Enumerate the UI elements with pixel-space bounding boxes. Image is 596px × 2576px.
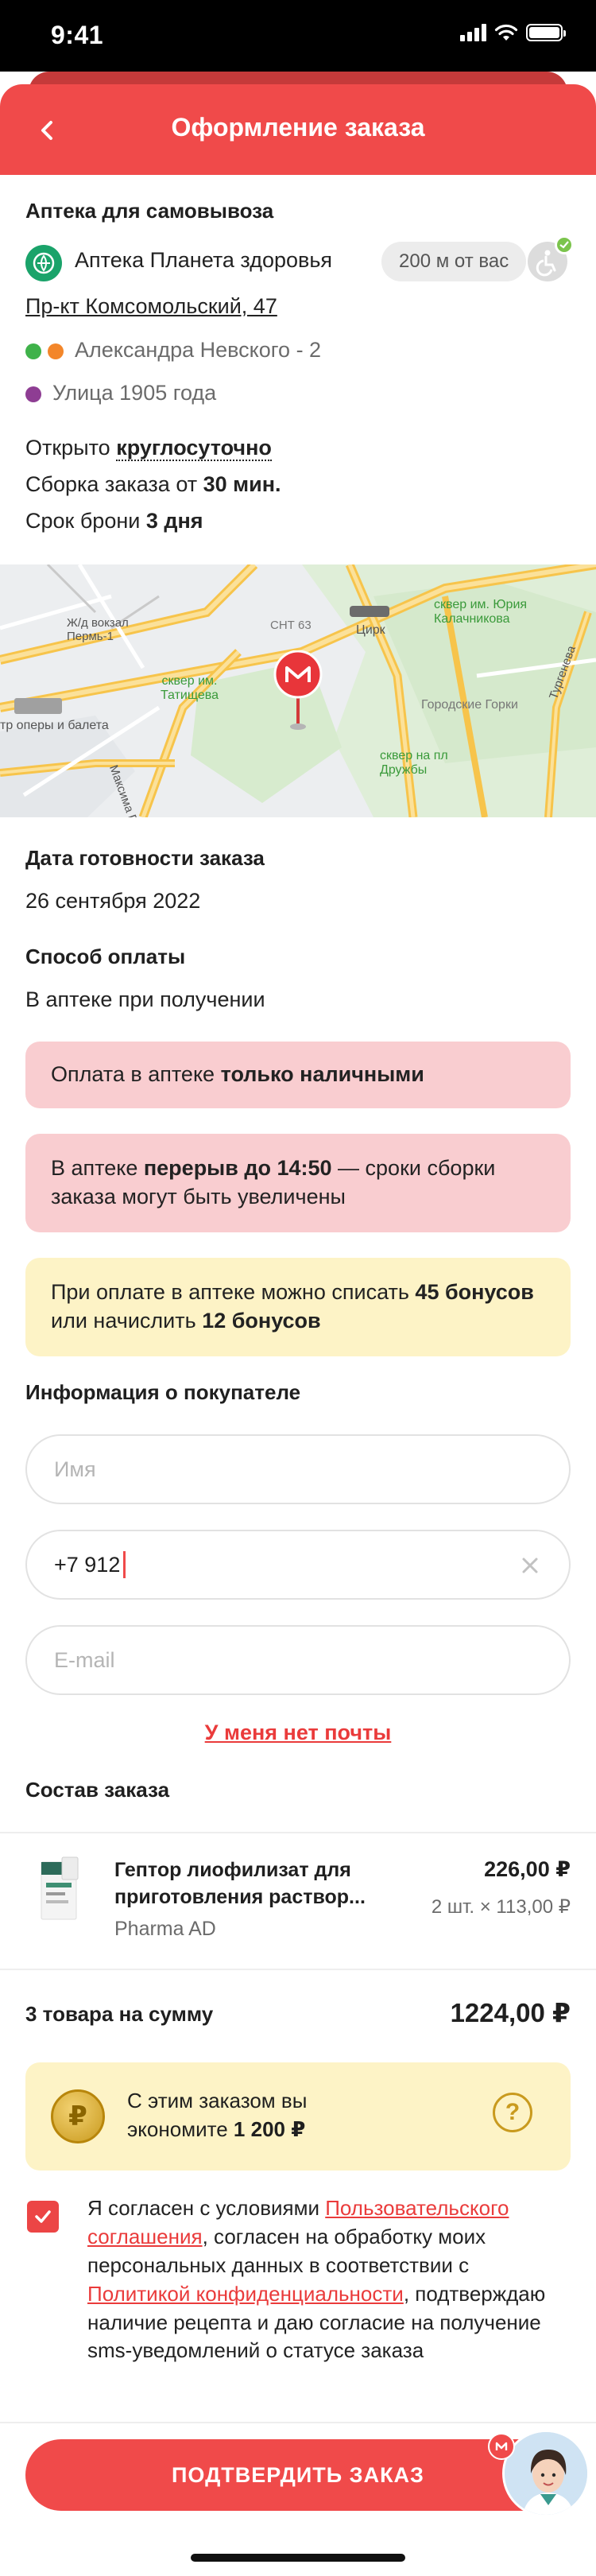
pharmacy-address[interactable]: Пр-кт Комсомольский, 47: [25, 294, 277, 319]
map-label-snt: СНТ 63: [270, 619, 312, 632]
ready-title: Дата готовности заказа: [25, 846, 265, 870]
email-field[interactable]: E-mail: [25, 1625, 571, 1695]
map-label-opera: тр оперы и балета: [0, 719, 109, 732]
assistant-avatar[interactable]: [502, 2430, 590, 2517]
cash-alert-text: Оплата в аптеке: [51, 1062, 221, 1087]
payment-method: В аптеке при получении: [25, 987, 265, 1011]
break-alert: В аптеке перерыв до 14:50 — сроки сборки…: [25, 1134, 571, 1232]
assembly-time-value: 30 мин.: [203, 472, 281, 496]
product-qty: 2 шт. × 113,00 ₽: [431, 1896, 571, 1918]
product-name[interactable]: Гептор лиофилизат для приготовления раст…: [114, 1857, 385, 1911]
signal-icon: [460, 24, 486, 41]
status-time: 9:41: [51, 21, 104, 49]
map-label-sq-tatishcheva: сквер им. Татищева: [161, 674, 219, 702]
help-symbol: ?: [505, 2099, 521, 2125]
break-alert-bold: перерыв до 14:50: [143, 1156, 332, 1181]
phone-field[interactable]: +7 912: [25, 1530, 571, 1600]
distance-badge: 200 м от вас: [381, 242, 527, 281]
pharmacy-name: Аптека Планета здоровья: [75, 248, 333, 272]
bonus-alert: При оплате в аптеке можно списать 45 бон…: [25, 1258, 571, 1356]
product-maker: Pharma AD: [114, 1918, 216, 1940]
no-email-link[interactable]: У меня нет почты: [205, 1721, 392, 1744]
assembly-time: Сборка заказа от 30 мин.: [25, 472, 281, 497]
email-placeholder: E-mail: [54, 1647, 115, 1672]
cash-alert-bold: только наличными: [220, 1062, 424, 1087]
brand-logo-icon: [488, 2433, 515, 2460]
open-hours: Открыто круглосуточно: [25, 436, 272, 461]
ruble-coin-icon: ₽: [51, 2089, 105, 2143]
battery-icon: [526, 24, 566, 41]
divider: [0, 1969, 596, 1970]
break-alert-text: В аптеке: [51, 1156, 144, 1181]
confirm-order-label: ПОДТВЕРДИТЬ ЗАКАЗ: [172, 2462, 424, 2487]
map-label-station: Ж/д вокзал Пермь-1: [67, 616, 129, 643]
no-email-link-row: У меня нет почты: [0, 1721, 596, 1745]
map-label-gorki: Городские Горки: [421, 698, 518, 712]
open-hours-label: Открыто: [25, 436, 117, 460]
metro-line-green-icon: [25, 343, 41, 359]
total-label: 3 товара на сумму: [25, 2002, 214, 2026]
text-caret: [123, 1551, 126, 1578]
reserve-period: Срок брони 3 дня: [25, 509, 203, 533]
wifi-icon: [494, 24, 518, 41]
map-label-sq-kalachnikova: сквер им. Юрия Калачникова: [434, 598, 528, 626]
status-icons: [460, 24, 566, 41]
clear-icon[interactable]: [518, 1554, 542, 1577]
name-placeholder: Имя: [54, 1457, 96, 1481]
distance-text: 200 м от вас: [399, 250, 509, 272]
product-price: 226,00 ₽: [484, 1857, 571, 1881]
divider: [0, 1832, 596, 1833]
map-pin-icon[interactable]: [273, 650, 323, 742]
bonus-spend: 45 бонусов: [415, 1280, 534, 1305]
bonus-alert-mid: или начислить: [51, 1309, 203, 1333]
consent-text: Я согласен с условиями Пользовательского…: [87, 2194, 574, 2365]
home-indicator: [191, 2554, 405, 2562]
assembly-time-label: Сборка заказа от: [25, 472, 203, 496]
map-label-circus: Цирк: [356, 623, 385, 637]
buyer-title: Информация о покупателе: [25, 1380, 301, 1404]
pharmacy-logo-icon: [25, 245, 62, 281]
phone-value: +7 912: [54, 1552, 121, 1577]
cash-only-alert: Оплата в аптеке только наличными: [25, 1042, 571, 1108]
total-value: 1224,00 ₽: [450, 1998, 571, 2027]
savings-text: С этим заказом вы экономите 1 200 ₽: [127, 2086, 342, 2144]
pickup-section-title: Аптека для самовывоза: [25, 199, 274, 223]
ready-date: 26 сентября 2022: [25, 889, 201, 913]
savings-amount: 1 200 ₽: [233, 2117, 306, 2142]
page-title: Оформление заказа: [171, 113, 425, 142]
metro-station-2: Улица 1905 года: [52, 381, 217, 405]
bonus-alert-text: При оплате в аптеке можно списать: [51, 1280, 416, 1305]
accessible-check-icon: [555, 235, 574, 254]
metro-line-purple-icon: [25, 386, 41, 402]
header: Оформление заказа: [0, 84, 596, 175]
bonus-earn: 12 бонусов: [202, 1309, 321, 1333]
privacy-policy-link[interactable]: Политикой конфиденциальности: [87, 2282, 404, 2306]
name-field[interactable]: Имя: [25, 1434, 571, 1504]
status-bar: 9:41: [0, 0, 596, 72]
pharmacy-map[interactable]: Ж/д вокзал Пермь-1 сквер им. Татищева Ци…: [0, 564, 596, 817]
payment-title: Способ оплаты: [25, 945, 186, 968]
metro-line-orange-icon: [48, 343, 64, 359]
map-label-sq-druzhby: сквер на пл Дружбы: [380, 749, 448, 777]
divider: [0, 2422, 596, 2423]
product-image[interactable]: [37, 1856, 81, 1921]
consent-part-1: Я согласен с условиями: [87, 2196, 326, 2220]
open-hours-value: круглосуточно: [116, 436, 272, 461]
reserve-period-value: 3 дня: [145, 509, 203, 533]
check-icon: [35, 2210, 51, 2223]
help-icon[interactable]: ?: [493, 2093, 532, 2132]
metro-station-1: Александра Невского - 2: [75, 338, 322, 362]
consent-checkbox[interactable]: [27, 2201, 59, 2233]
reserve-period-label: Срок брони: [25, 509, 146, 533]
order-title: Состав заказа: [25, 1778, 170, 1802]
coin-symbol: ₽: [68, 2101, 87, 2132]
